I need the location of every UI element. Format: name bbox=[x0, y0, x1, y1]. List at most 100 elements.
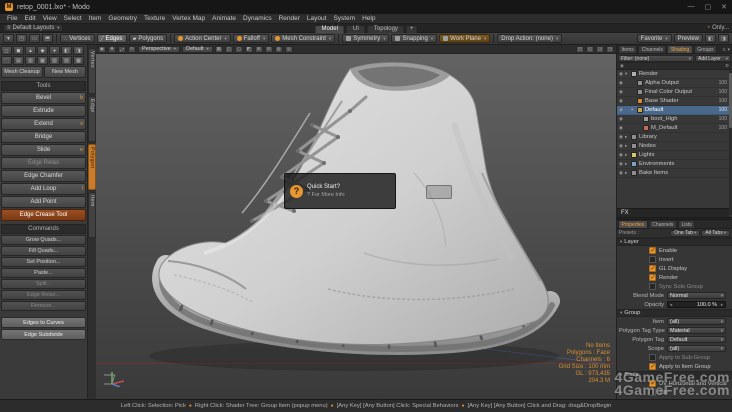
viewport-mid-icon-8[interactable]: ◎ bbox=[284, 45, 293, 53]
enable-checkbox[interactable] bbox=[649, 247, 656, 254]
gl-display-checkbox[interactable] bbox=[649, 265, 656, 272]
left-panel-icon-1[interactable]: ◻ bbox=[1, 46, 12, 55]
spinner-right-icon[interactable]: ▸ bbox=[719, 302, 725, 308]
visibility-icon[interactable]: ◉ bbox=[617, 116, 625, 122]
new-mesh-button[interactable]: New Mesh bbox=[44, 66, 86, 78]
menu-dynamics[interactable]: Dynamics bbox=[240, 15, 275, 22]
tree-row-default[interactable]: ◉ ▾ Default 100 bbox=[617, 106, 729, 115]
left-panel-icon-12[interactable]: ▧ bbox=[49, 56, 60, 65]
visibility-icon[interactable]: ◉ bbox=[617, 134, 625, 140]
drop-action-dropdown[interactable]: Drop Action: (none) ▾ bbox=[497, 34, 563, 43]
visibility-icon[interactable]: ◉ bbox=[617, 71, 625, 77]
viewport-mid-icon-4[interactable]: ◩ bbox=[244, 45, 253, 53]
maximize-button[interactable]: ▢ bbox=[705, 3, 712, 11]
viewport-mid-icon-6[interactable]: ⊟ bbox=[264, 45, 273, 53]
symmetry-dropdown[interactable]: Symmetry ▾ bbox=[342, 34, 390, 43]
viewport-mid-icon-3[interactable]: ◻ bbox=[234, 45, 243, 53]
tab-groups[interactable]: Groups bbox=[693, 45, 718, 53]
visibility-icon[interactable]: ◉ bbox=[617, 143, 625, 149]
viewport-right-icon-1[interactable]: ◰ bbox=[576, 45, 584, 53]
tab-shading[interactable]: Shading bbox=[667, 45, 693, 53]
layout-tab-model[interactable]: Model bbox=[314, 24, 345, 33]
section-header-layer[interactable]: ▾ Layer bbox=[617, 238, 732, 246]
viewport-right-icon-4[interactable]: ◳ bbox=[606, 45, 614, 53]
tree-row-alpha-output[interactable]: ◉ Alpha Output 100 bbox=[617, 79, 729, 88]
viewport-icon-1[interactable]: ◉ bbox=[98, 45, 106, 53]
left-panel-icon-11[interactable]: ▦ bbox=[37, 56, 48, 65]
toolbar-right-icon-1[interactable]: ◧ bbox=[705, 34, 716, 43]
section-header-group[interactable]: ▾ Group bbox=[617, 309, 732, 317]
tab-channels[interactable]: Channels bbox=[638, 45, 667, 53]
toolbar-icon-4[interactable]: ⬒ bbox=[42, 34, 53, 43]
tab-items[interactable]: Items bbox=[618, 45, 638, 53]
visibility-icon[interactable]: ◉ bbox=[617, 161, 625, 167]
tile-checkbox[interactable] bbox=[649, 389, 656, 396]
viewport-mid-icon-5[interactable]: ⊞ bbox=[254, 45, 263, 53]
tree-row-environments[interactable]: ◉ ▸ Environments bbox=[617, 160, 729, 169]
tree-row-final-color-output[interactable]: ◉ Final Color Output 100 bbox=[617, 88, 729, 97]
camera-view-dropdown[interactable]: Perspective ▾ bbox=[138, 45, 181, 53]
tool-edge-relax[interactable]: Edge Relax bbox=[1, 157, 86, 169]
tab-channels[interactable]: Channels bbox=[648, 220, 677, 228]
polygon-tag-type-dropdown[interactable]: Material ▾ bbox=[667, 327, 726, 334]
item-dropdown[interactable]: (all) ▾ bbox=[667, 318, 726, 325]
left-panel-icon-2[interactable]: ◼ bbox=[13, 46, 24, 55]
invert-checkbox[interactable] bbox=[649, 256, 656, 263]
action-center-dropdown[interactable]: Action Center ▾ bbox=[174, 34, 231, 43]
toolbar-right-icon-2[interactable]: ◨ bbox=[718, 34, 729, 43]
menu-render[interactable]: Render bbox=[276, 15, 303, 22]
left-panel-icon-13[interactable]: ▨ bbox=[61, 56, 72, 65]
menu-texture[interactable]: Texture bbox=[141, 15, 168, 22]
apply-to-sub-group-checkbox[interactable] bbox=[649, 354, 656, 361]
menu-file[interactable]: File bbox=[4, 15, 20, 22]
visibility-icon[interactable]: ◉ bbox=[617, 80, 625, 86]
viewport-icon-2[interactable]: ✥ bbox=[108, 45, 116, 53]
visibility-icon[interactable]: ◉ bbox=[617, 125, 625, 131]
preset-all-tabs[interactable]: All Tabs ▾ bbox=[701, 229, 730, 237]
close-button[interactable]: ✕ bbox=[721, 3, 727, 11]
tab-properties[interactable]: Properties bbox=[618, 220, 648, 228]
preview-button[interactable]: Preview bbox=[673, 34, 703, 43]
blend-mode-dropdown[interactable]: Normal ▾ bbox=[667, 292, 726, 299]
viewport-right-icon-2[interactable]: ◱ bbox=[586, 45, 594, 53]
menu-layout[interactable]: Layout bbox=[304, 15, 330, 22]
visibility-icon[interactable]: ◉ bbox=[617, 98, 625, 104]
tool-bridge[interactable]: Bridge bbox=[1, 131, 86, 143]
side-tab-edge[interactable]: Edge bbox=[88, 96, 96, 142]
boot-model[interactable] bbox=[114, 53, 584, 393]
left-panel-icon-3[interactable]: ▲ bbox=[25, 46, 36, 55]
menu-vertex-map[interactable]: Vertex Map bbox=[169, 15, 208, 22]
favorite-button[interactable]: Favorite ▾ bbox=[636, 34, 672, 43]
edges-to-curves-button[interactable]: Edges to Curves bbox=[1, 317, 86, 328]
chevron-down-icon[interactable]: ▾ bbox=[727, 47, 730, 53]
side-tab-item[interactable]: Item bbox=[88, 192, 96, 238]
menu-view[interactable]: View bbox=[40, 15, 60, 22]
layout-tab-topology[interactable]: Topology bbox=[366, 24, 405, 33]
tab-lists[interactable]: Lists bbox=[677, 220, 696, 228]
viewport-3d[interactable]: ◉ ✥ ⤢ ⟳ Perspective ▾ Default ▾ ▦ ◫ ◻ ◩ ⊞ ⊟ ◍ ◎ ◰ ◱ ◲ ◳ bbox=[96, 45, 616, 399]
command-remove[interactable]: Remove... bbox=[1, 301, 86, 311]
tree-row-bake-items[interactable]: ◉ ▸ Bake Items bbox=[617, 169, 729, 178]
apply-to-item-group-checkbox[interactable] bbox=[649, 363, 656, 370]
command-set-position[interactable]: Set Position... bbox=[1, 257, 86, 267]
fx-row[interactable]: FX bbox=[617, 208, 729, 217]
left-panel-icon-5[interactable]: ● bbox=[49, 46, 60, 55]
polygons-mode-button[interactable]: ▰ Polygons bbox=[128, 34, 168, 43]
section-header-scale[interactable]: ▾ Scale bbox=[617, 371, 732, 379]
mesh-constraint-dropdown[interactable]: Mesh Constraint ▾ bbox=[271, 34, 336, 43]
add-layout-tab-button[interactable]: + bbox=[405, 24, 418, 33]
menu-system[interactable]: System bbox=[330, 15, 358, 22]
toolbar-icon-3[interactable]: ▭ bbox=[29, 34, 40, 43]
tree-row-base-shader[interactable]: ◉ Base Shader 100 bbox=[617, 97, 729, 106]
tool-extend[interactable]: Extend x bbox=[1, 118, 86, 130]
visibility-icon[interactable]: ◉ bbox=[617, 152, 625, 158]
menu-help[interactable]: Help bbox=[359, 15, 378, 22]
toolbar-icon-1[interactable]: ▼ bbox=[3, 34, 14, 43]
command-edge-relax[interactable]: Edge Relax... bbox=[1, 290, 86, 300]
add-layer-dropdown[interactable]: Add Layer ▾ bbox=[695, 55, 731, 62]
panel-menu-icon[interactable]: ≡ bbox=[723, 47, 726, 53]
visibility-icon[interactable]: ◉ bbox=[617, 107, 625, 113]
left-panel-icon-4[interactable]: ◆ bbox=[37, 46, 48, 55]
tool-add-point[interactable]: Add Point bbox=[1, 196, 86, 208]
scope-dropdown[interactable]: (all) ▾ bbox=[667, 345, 726, 352]
